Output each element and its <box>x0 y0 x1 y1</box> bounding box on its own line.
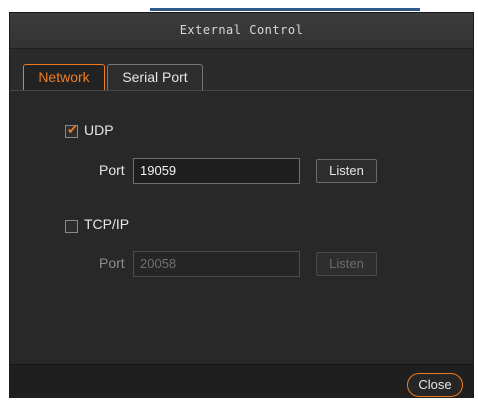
external-control-dialog: External Control Network Serial Port ✔ U… <box>9 12 474 398</box>
udp-port-input[interactable]: 19059 <box>133 158 300 184</box>
dialog-title: External Control <box>179 23 304 37</box>
tcp-checkbox[interactable] <box>65 220 78 233</box>
tcp-listen-button[interactable]: Listen <box>316 252 377 276</box>
tab-serial-port[interactable]: Serial Port <box>107 64 203 90</box>
network-panel: ✔ UDP Port 19059 Listen TCP/IP Port 2005… <box>10 90 473 364</box>
tcp-port-label: Port <box>99 255 125 271</box>
tab-network[interactable]: Network <box>23 64 105 90</box>
checkmark-icon: ✔ <box>67 123 78 138</box>
dialog-titlebar[interactable]: External Control <box>10 13 473 49</box>
udp-checkbox[interactable]: ✔ <box>65 123 78 138</box>
udp-port-label: Port <box>99 162 125 178</box>
background-window-edge <box>150 8 420 11</box>
udp-listen-button[interactable]: Listen <box>316 159 377 183</box>
udp-label: UDP <box>84 122 114 138</box>
dialog-footer: Close <box>10 364 473 398</box>
tcp-label: TCP/IP <box>84 216 130 232</box>
close-button[interactable]: Close <box>407 373 463 397</box>
tcp-port-input[interactable]: 20058 <box>133 251 300 277</box>
